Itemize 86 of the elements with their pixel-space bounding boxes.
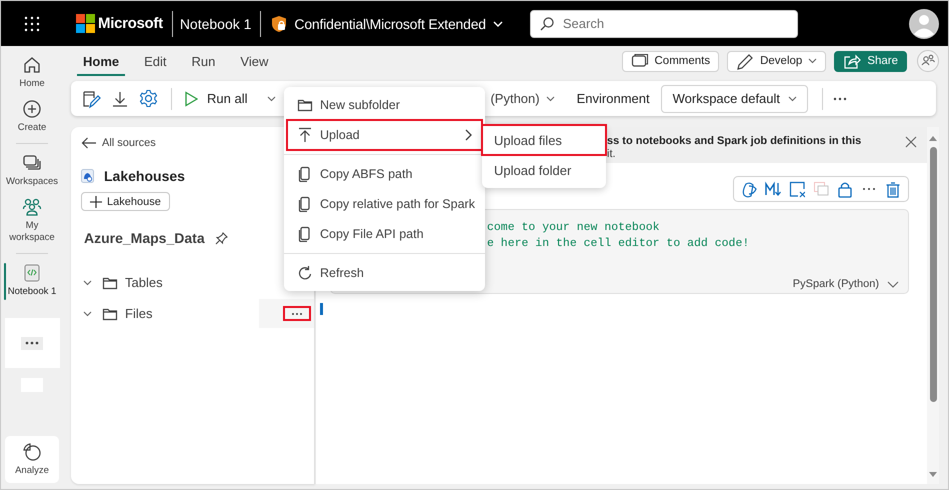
app-title: Notebook 1	[180, 16, 252, 32]
sensitivity-label-dropdown[interactable]: Confidential\Microsoft Extended	[271, 14, 503, 32]
chevron-down-icon	[887, 280, 899, 288]
more-button[interactable]	[284, 307, 310, 320]
pie-chart-icon	[22, 442, 42, 462]
ribbon-tab[interactable]: Home	[77, 46, 126, 76]
pin-icon[interactable]	[214, 232, 228, 244]
menu-item[interactable]: Upload	[287, 120, 482, 150]
plus-circle-icon	[22, 99, 42, 119]
back-link[interactable]: All sources	[81, 135, 156, 151]
notebook-icon	[22, 263, 42, 283]
add-lakehouse-button[interactable]: Lakehouse	[81, 192, 170, 211]
people-settings-icon[interactable]	[917, 50, 939, 72]
rail-item[interactable]: Home	[1, 52, 63, 96]
code-line: e here in the cell editor to add code!	[487, 236, 750, 252]
chevron-down-icon	[83, 310, 92, 316]
tree-item[interactable]: Files	[81, 306, 152, 322]
markdown-icon[interactable]	[765, 180, 781, 198]
more-icon	[25, 341, 39, 345]
lakehouse-name: Azure_Maps_Data	[84, 230, 205, 246]
chevron-down-icon	[788, 96, 798, 102]
play-icon	[184, 90, 198, 106]
home-icon	[22, 55, 42, 75]
back-arrow-icon	[81, 137, 97, 149]
plus-icon	[90, 196, 102, 208]
environment-dropdown[interactable]: Workspace default	[660, 84, 808, 112]
action-button[interactable]: Comments	[622, 50, 720, 72]
analyze-button[interactable]: Analyze	[5, 436, 59, 483]
ribbon-tab[interactable]: View	[234, 46, 274, 76]
language-dropdown[interactable]: PySpark (Python)	[792, 278, 899, 290]
settings-icon[interactable]	[139, 89, 158, 108]
lock-icon[interactable]	[837, 180, 853, 198]
menu-item[interactable]: Upload folder	[482, 155, 606, 185]
scrollbar-thumb[interactable]	[930, 147, 936, 402]
cell-cursor	[320, 303, 323, 315]
rail-item[interactable]: Create	[1, 96, 63, 140]
rail-item[interactable]: Notebook 1	[1, 260, 63, 304]
logo-icon	[76, 14, 95, 33]
scroll-up-icon	[928, 135, 938, 142]
folder-icon	[297, 97, 313, 113]
close-icon[interactable]	[905, 136, 917, 148]
banner-text: it.	[607, 148, 617, 161]
chevron-down-icon	[546, 96, 555, 102]
avatar-icon[interactable]	[909, 8, 939, 38]
people-icon	[22, 197, 42, 217]
section-title: Lakehouses	[104, 168, 185, 184]
environment-label: Environment	[576, 91, 650, 106]
share-button[interactable]: Share	[834, 50, 907, 72]
chevron-down-icon	[83, 280, 92, 286]
brand-name: Microsoft	[98, 15, 163, 32]
rail-item[interactable]: My workspace	[1, 194, 63, 250]
trash-icon[interactable]	[885, 180, 901, 198]
chevron-right-icon	[465, 129, 472, 141]
tree-item[interactable]: Tables	[81, 274, 163, 290]
language-dropdown[interactable]: (Python)	[490, 91, 555, 106]
clear-output-icon[interactable]	[789, 180, 805, 198]
more-icon	[291, 312, 303, 316]
upload-icon	[297, 127, 313, 143]
chevron-down-icon	[808, 58, 818, 64]
share-icon	[843, 52, 862, 70]
ribbon-tab[interactable]: Run	[186, 46, 222, 76]
more-button[interactable]	[21, 336, 43, 350]
scrollbar[interactable]	[927, 127, 939, 484]
shield-icon	[271, 14, 288, 32]
scroll-down-icon	[928, 471, 938, 478]
refresh-icon	[297, 265, 313, 281]
chevron-down-icon[interactable]	[267, 96, 276, 102]
code-line: come to your new notebook	[487, 220, 661, 236]
run-all-button[interactable]: Run all	[184, 90, 248, 106]
download-icon[interactable]	[111, 90, 129, 108]
search-icon	[540, 16, 554, 30]
menu-item[interactable]: Copy ABFS path	[287, 159, 482, 189]
ribbon-tab[interactable]: Edit	[138, 46, 173, 76]
chevron-down-icon	[492, 20, 503, 26]
comment-icon	[630, 52, 648, 70]
search-field[interactable]: Search	[530, 10, 798, 38]
banner-text: ss to notebooks and Spark job definitions in this	[607, 135, 862, 148]
menu-item[interactable]: New subfolder	[287, 90, 482, 120]
notebook-edit-icon[interactable]	[81, 88, 101, 108]
rail-item[interactable]: Workspaces	[1, 150, 63, 194]
lakehouse-icon	[81, 169, 94, 183]
app-launcher-icon[interactable]	[24, 16, 40, 32]
dropdown-button[interactable]: Develop	[727, 50, 826, 72]
menu-item[interactable]: Upload files	[482, 125, 606, 155]
pencil-icon	[736, 52, 754, 70]
more-icon[interactable]	[833, 96, 848, 100]
